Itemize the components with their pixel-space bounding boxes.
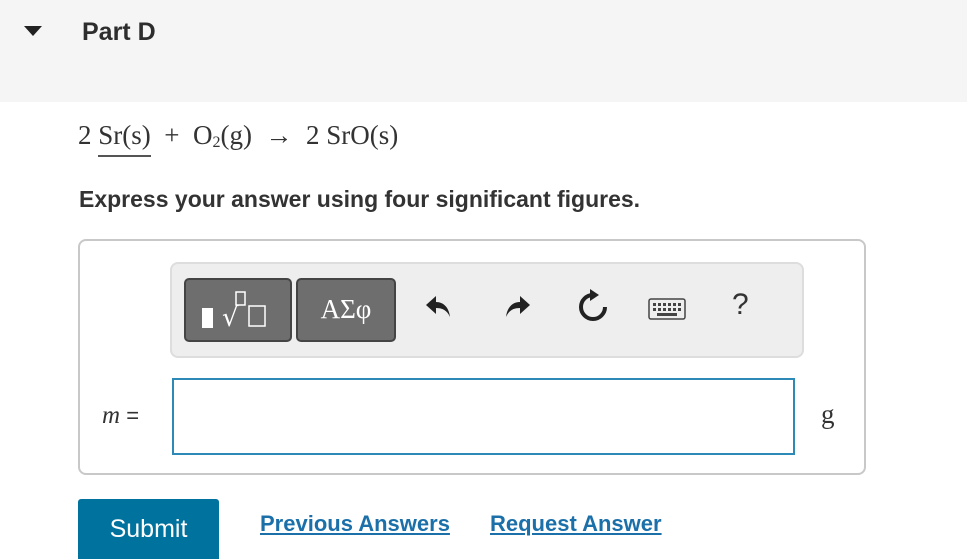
reset-icon[interactable]: [576, 288, 610, 324]
collapse-caret-icon[interactable]: [24, 26, 42, 36]
undo-icon[interactable]: [424, 292, 454, 322]
answer-input[interactable]: [172, 378, 795, 455]
equation-o2: O2(g): [192, 120, 252, 151]
equation-plus: +: [164, 120, 180, 150]
part-header: Part D: [0, 0, 967, 102]
submit-button[interactable]: Submit: [78, 499, 219, 559]
equals-sign: =: [126, 403, 140, 428]
request-answer-link[interactable]: Request Answer: [490, 511, 662, 537]
previous-answers-link[interactable]: Previous Answers: [260, 511, 450, 537]
equation-product: SrO(s): [326, 120, 399, 150]
redo-icon[interactable]: [502, 292, 532, 322]
unit-label: g: [821, 399, 835, 429]
part-title: Part D: [82, 18, 156, 46]
equation-coefficient-2: 2: [305, 120, 320, 150]
equation-coefficient-1: 2: [78, 120, 92, 150]
help-button[interactable]: ?: [732, 288, 749, 322]
equation-arrow: →: [265, 120, 293, 150]
highlighted-reactant: Sr(s): [98, 120, 151, 157]
instruction-text: Express your answer using four significa…: [79, 186, 641, 212]
templates-button[interactable]: √: [184, 278, 292, 342]
templates-icon: √: [202, 291, 266, 333]
o2-state: (g): [220, 120, 252, 150]
chemical-equation: 2 Sr(s) + O2(g) → 2 SrO(s): [78, 120, 398, 157]
svg-text:√: √: [222, 303, 239, 333]
o2-symbol: O: [192, 120, 213, 150]
symbols-label: ΑΣφ: [320, 294, 372, 324]
math-toolbar: √ ΑΣφ ?: [170, 262, 804, 358]
answer-variable-label: m =: [102, 402, 139, 430]
keyboard-icon[interactable]: [648, 298, 686, 320]
answer-box: √ ΑΣφ ? m = g: [78, 239, 866, 475]
variable-symbol: m: [102, 402, 121, 429]
symbols-button[interactable]: ΑΣφ: [296, 278, 396, 342]
